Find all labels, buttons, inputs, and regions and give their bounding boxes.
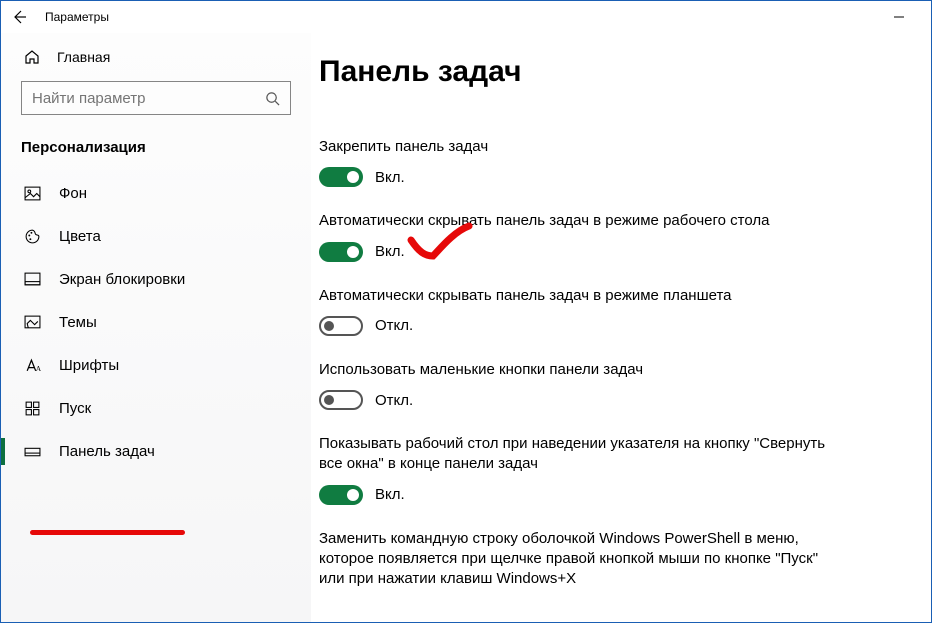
toggle-small-buttons[interactable] <box>319 390 363 410</box>
setting-peek-desktop: Показывать рабочий стол при наведении ук… <box>319 434 839 505</box>
sidebar-item-themes[interactable]: Темы <box>1 301 311 344</box>
toggle-state: Вкл. <box>375 486 405 503</box>
search-input[interactable] <box>32 90 265 107</box>
setting-autohide-tablet: Автоматически скрывать панель задач в ре… <box>319 286 839 336</box>
setting-small-buttons: Использовать маленькие кнопки панели зад… <box>319 360 839 410</box>
home-label: Главная <box>57 49 110 65</box>
sidebar-item-colors[interactable]: Цвета <box>1 215 311 258</box>
toggle-state: Вкл. <box>375 169 405 186</box>
lockscreen-icon <box>23 271 41 288</box>
page-title: Панель задач <box>319 55 891 89</box>
sidebar-item-label: Пуск <box>59 400 91 417</box>
sidebar-item-label: Темы <box>59 314 97 331</box>
toggle-state: Откл. <box>375 317 413 334</box>
sidebar-item-label: Шрифты <box>59 357 119 374</box>
taskbar-icon <box>23 443 41 460</box>
app-title: Параметры <box>45 10 109 24</box>
titlebar: Параметры <box>1 1 931 33</box>
image-icon <box>23 185 41 202</box>
sidebar-item-taskbar[interactable]: Панель задач <box>1 430 311 473</box>
sidebar: Главная Персонализация Фон Цвета Э <box>1 33 311 622</box>
setting-label: Заменить командную строку оболочкой Wind… <box>319 529 839 590</box>
palette-icon <box>23 228 41 245</box>
sidebar-item-label: Цвета <box>59 228 101 245</box>
window-controls <box>876 2 921 32</box>
setting-autohide-desktop: Автоматически скрывать панель задач в ре… <box>319 211 839 261</box>
home-icon <box>23 49 41 65</box>
svg-text:A: A <box>35 364 40 373</box>
fonts-icon: A <box>23 357 41 374</box>
toggle-state: Откл. <box>375 392 413 409</box>
search-box[interactable] <box>21 81 291 115</box>
sidebar-item-background[interactable]: Фон <box>1 172 311 215</box>
sidebar-item-label: Панель задач <box>59 443 155 460</box>
setting-label: Показывать рабочий стол при наведении ук… <box>319 434 839 475</box>
start-icon <box>23 400 41 417</box>
annotation-underline <box>30 530 185 535</box>
toggle-lock-taskbar[interactable] <box>319 167 363 187</box>
setting-lock-taskbar: Закрепить панель задач Вкл. <box>319 137 839 187</box>
main-content: Панель задач Закрепить панель задач Вкл.… <box>311 33 931 622</box>
toggle-peek-desktop[interactable] <box>319 485 363 505</box>
toggle-autohide-desktop[interactable] <box>319 242 363 262</box>
category-title: Персонализация <box>1 133 311 172</box>
minimize-button[interactable] <box>876 2 921 32</box>
toggle-autohide-tablet[interactable] <box>319 316 363 336</box>
home-nav[interactable]: Главная <box>1 39 311 77</box>
setting-powershell: Заменить командную строку оболочкой Wind… <box>319 529 839 590</box>
themes-icon <box>23 314 41 331</box>
sidebar-item-label: Экран блокировки <box>59 271 185 288</box>
back-button[interactable] <box>11 9 41 25</box>
setting-label: Автоматически скрывать панель задач в ре… <box>319 286 839 306</box>
sidebar-item-start[interactable]: Пуск <box>1 387 311 430</box>
setting-label: Автоматически скрывать панель задач в ре… <box>319 211 839 231</box>
setting-label: Использовать маленькие кнопки панели зад… <box>319 360 839 380</box>
sidebar-item-fonts[interactable]: A Шрифты <box>1 344 311 387</box>
sidebar-item-lockscreen[interactable]: Экран блокировки <box>1 258 311 301</box>
setting-label: Закрепить панель задач <box>319 137 839 157</box>
search-icon <box>265 91 280 106</box>
toggle-state: Вкл. <box>375 243 405 260</box>
sidebar-item-label: Фон <box>59 185 87 202</box>
